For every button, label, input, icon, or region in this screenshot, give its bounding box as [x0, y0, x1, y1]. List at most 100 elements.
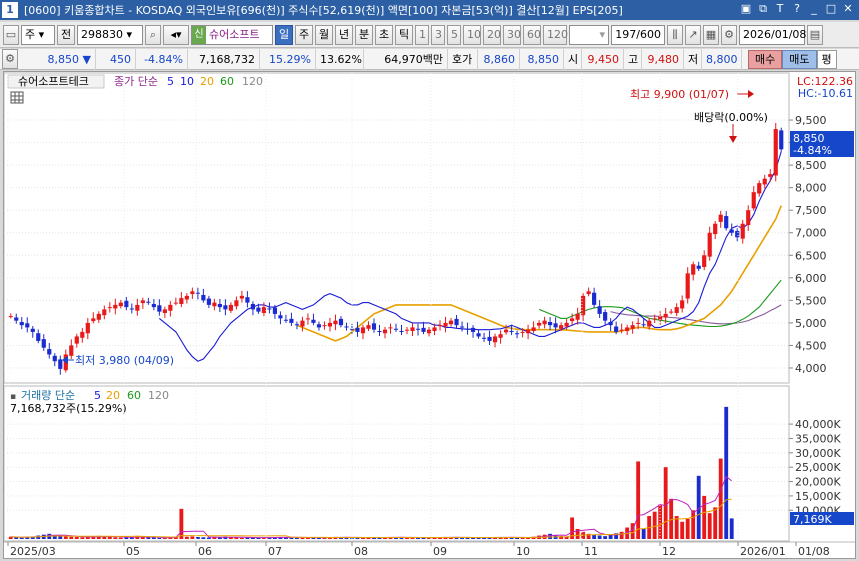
period-year[interactable]: 년	[335, 24, 353, 45]
volume-bar	[680, 521, 685, 539]
price-tick-label: 5,500	[795, 294, 827, 307]
interval-3[interactable]: 3	[431, 24, 445, 45]
window-index: 1	[2, 2, 18, 18]
candle-body	[124, 300, 129, 308]
current-price: 8,850 ▼	[20, 48, 96, 70]
sound-icon[interactable]: ◂▾	[163, 24, 189, 45]
volume-tick-label: 35,000K	[795, 432, 841, 445]
candle-body	[597, 306, 602, 314]
all-button[interactable]: 전	[57, 24, 75, 45]
interval-30[interactable]: 30	[503, 24, 521, 45]
candle-body	[212, 302, 217, 307]
candle-body	[58, 359, 63, 369]
period-second[interactable]: 초	[375, 24, 393, 45]
candle-body	[674, 307, 679, 313]
candle-body	[30, 328, 35, 332]
candle-body	[300, 320, 305, 327]
chart-type-icon[interactable]: ⫼	[667, 24, 683, 45]
candle-body	[404, 329, 410, 331]
font-icon[interactable]: T	[773, 2, 787, 16]
buy-button[interactable]: 매수	[748, 49, 783, 69]
date-field[interactable]: 2026/01/08	[739, 24, 806, 45]
candle-body	[696, 265, 701, 269]
settings-gear-icon[interactable]: ⚙	[721, 24, 737, 45]
candle-body	[487, 336, 492, 341]
candle-body	[520, 331, 525, 333]
candle-body	[553, 323, 558, 328]
candle-body	[448, 320, 454, 325]
link-icon[interactable]: ▣	[739, 2, 753, 16]
candle-body	[102, 309, 107, 316]
drawing-tool-icon[interactable]: ▭	[3, 24, 19, 45]
x-tick-label: 01/08	[798, 545, 830, 558]
candle-body	[718, 214, 723, 222]
candle-body	[465, 328, 470, 330]
period-day[interactable]: 일	[275, 24, 293, 45]
candle-body	[47, 349, 52, 355]
volume-bar	[201, 537, 206, 539]
minimize-icon[interactable]: _	[807, 2, 821, 16]
candle-body	[118, 302, 123, 307]
candle-body	[503, 329, 509, 333]
stock-code-input[interactable]: 298830 ▾	[77, 24, 143, 45]
period-tick[interactable]: 틱	[395, 24, 413, 45]
volume-bar	[603, 536, 608, 539]
interval-dropdown[interactable]: ▾	[569, 24, 609, 45]
market-select[interactable]: 주 ▾	[21, 24, 55, 45]
volume-bar	[63, 536, 68, 539]
calendar-icon[interactable]: ▤	[807, 24, 823, 45]
candle-body	[426, 329, 432, 334]
interval-120[interactable]: 120	[543, 24, 568, 45]
period-month[interactable]: 월	[315, 24, 333, 45]
candle-body	[8, 316, 13, 318]
image-icon[interactable]: ▦	[703, 24, 719, 45]
sell-button[interactable]: 매도	[782, 49, 817, 69]
interval-60[interactable]: 60	[523, 24, 541, 45]
bid-price: 8,860	[478, 48, 520, 70]
candle-body	[327, 322, 333, 327]
close-icon[interactable]: ✕	[841, 2, 855, 16]
line-tool-icon[interactable]: ↗	[685, 24, 701, 45]
low-price: 8,800	[702, 48, 742, 70]
candle-body	[261, 307, 267, 313]
volume-text: 7,168,732주(15.29%)	[10, 402, 127, 415]
candle-body	[691, 264, 696, 275]
price-change: 450	[96, 48, 136, 70]
candle-body	[206, 298, 211, 305]
stock-name-field[interactable]: 신 슈어소프트	[191, 24, 273, 45]
candle-body	[256, 307, 261, 312]
trade-volume: 7,168,732	[188, 48, 260, 70]
candle-body	[190, 291, 195, 295]
search-icon[interactable]: ⌕	[145, 24, 161, 45]
candle-body	[735, 230, 740, 238]
data-count-field[interactable]: 197/600	[611, 24, 665, 45]
help-icon[interactable]: ?	[790, 2, 804, 16]
x-tick-label: 2025/03	[10, 545, 56, 558]
candle-body	[36, 333, 41, 341]
average-button[interactable]: 평	[816, 49, 837, 69]
volume-bar	[515, 537, 520, 539]
volume-bar	[713, 507, 718, 539]
quote-settings-icon[interactable]: ⚙	[2, 49, 18, 69]
volume-bar	[295, 537, 299, 539]
maximize-icon[interactable]: □	[824, 2, 838, 16]
period-week[interactable]: 주	[295, 24, 313, 45]
interval-1[interactable]: 1	[415, 24, 429, 45]
candle-body	[724, 216, 729, 229]
volume-collapse-icon[interactable]: ▪	[10, 392, 16, 402]
interval-10[interactable]: 10	[463, 24, 481, 45]
period-minute[interactable]: 분	[355, 24, 373, 45]
interval-20[interactable]: 20	[483, 24, 501, 45]
volume-bar	[234, 537, 239, 539]
chart-svg[interactable]: 슈어소프트테크 종가 단순 5 10 20 60 120 LC:122.36 H…	[3, 72, 855, 558]
candle-body	[437, 325, 443, 327]
copy-icon[interactable]: ⧉	[756, 2, 770, 16]
chart-area[interactable]: 슈어소프트테크 종가 단순 5 10 20 60 120 LC:122.36 H…	[3, 71, 856, 559]
stock-name-tab[interactable]: 슈어소프트테크	[18, 75, 89, 88]
volume-bar	[74, 536, 79, 539]
candle-body	[239, 295, 244, 299]
table-view-icon[interactable]	[10, 91, 24, 104]
candle-body	[25, 323, 30, 328]
interval-5[interactable]: 5	[447, 24, 461, 45]
volume-axis: 40,000K35,000K 30,000K25,000K 20,000K15,00…	[789, 418, 841, 517]
